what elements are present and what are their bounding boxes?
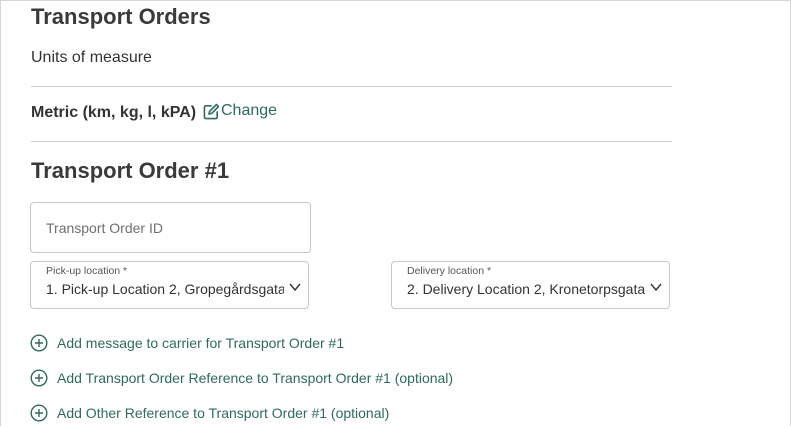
transport-order-title: Transport Order #1 bbox=[31, 158, 230, 183]
change-units-link[interactable]: Change bbox=[203, 102, 277, 120]
add-link-label: Add message to carrier for Transport Ord… bbox=[57, 335, 345, 351]
plus-circle-icon bbox=[30, 404, 48, 422]
divider bbox=[31, 141, 672, 142]
add-other-reference-link[interactable]: Add Other Reference to Transport Order #… bbox=[30, 404, 389, 422]
add-message-to-carrier-link[interactable]: Add message to carrier for Transport Ord… bbox=[30, 334, 344, 352]
chevron-down-icon bbox=[650, 283, 662, 292]
page-title: Transport Orders bbox=[31, 4, 211, 29]
pickup-location-label: Pick-up location * bbox=[46, 265, 128, 277]
units-of-measure-label: Units of measure bbox=[31, 49, 152, 66]
delivery-location-select[interactable]: Delivery location * 2. Delivery Location… bbox=[391, 261, 670, 309]
add-link-label: Add Transport Order Reference to Transpo… bbox=[57, 370, 454, 386]
delivery-location-label: Delivery location * bbox=[407, 265, 492, 277]
pickup-location-select[interactable]: Pick-up location * 1. Pick-up Location 2… bbox=[30, 261, 309, 309]
add-link-label: Add Other Reference to Transport Order #… bbox=[57, 405, 390, 421]
units-value: Metric (km, kg, l, kPA) bbox=[31, 104, 197, 121]
plus-circle-icon bbox=[30, 369, 48, 387]
delivery-location-value: 2. Delivery Location 2, Kronetorpsgatan bbox=[407, 281, 645, 297]
transport-order-id-field[interactable] bbox=[30, 202, 311, 253]
chevron-down-icon bbox=[289, 283, 301, 292]
edit-icon bbox=[203, 103, 220, 119]
change-link-label: Change bbox=[221, 102, 278, 119]
divider bbox=[31, 86, 672, 87]
add-transport-order-reference-link[interactable]: Add Transport Order Reference to Transpo… bbox=[30, 369, 453, 387]
transport-order-id-input[interactable] bbox=[31, 203, 310, 252]
plus-circle-icon bbox=[30, 334, 48, 352]
pickup-location-value: 1. Pick-up Location 2, Gropegårdsgatan bbox=[46, 281, 284, 297]
